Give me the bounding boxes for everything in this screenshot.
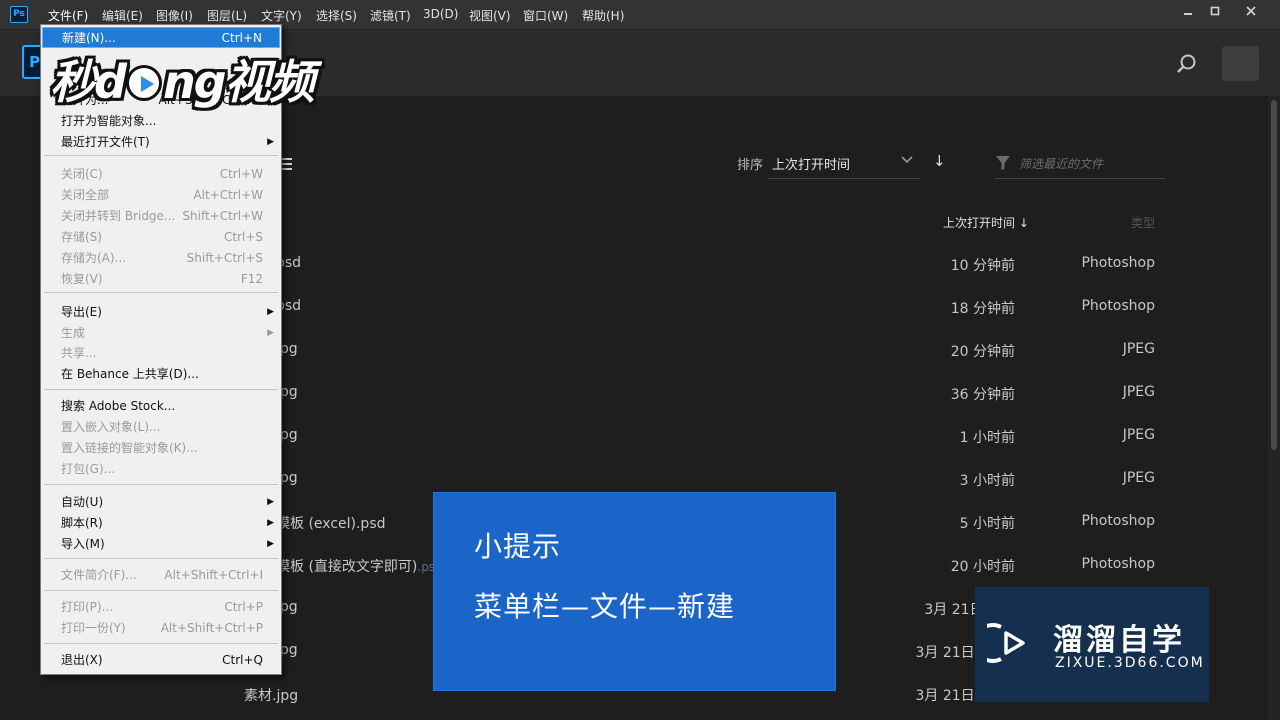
tip-overlay: 小提示 菜单栏—文件—新建 (433, 492, 836, 691)
file-time: 1 小时前 (959, 430, 1015, 446)
menu-item-share-behance[interactable]: 在 Behance 上共享(D)... (42, 364, 280, 385)
filter-underline (995, 178, 1165, 179)
file-name-text: 模板 (直接改文字即可) (276, 559, 418, 575)
file-type: JPEG (1122, 384, 1155, 400)
menu-help[interactable]: 帮助(H) (582, 7, 624, 24)
menu-item-print-one-copy[interactable]: 打印一份(Y) Alt+Shift+Ctrl+P (42, 618, 280, 639)
submenu-arrow-icon: ▶ (267, 137, 274, 147)
submenu-arrow-icon: ▶ (267, 497, 274, 507)
zixue-play-icon (972, 619, 1035, 667)
file-type: Photoshop (1081, 298, 1155, 314)
file-time: 18 分钟前 (950, 301, 1015, 317)
menu-item-place-embedded[interactable]: 置入嵌入对象(L)... (42, 417, 280, 438)
menu-separator (44, 155, 278, 156)
sort-dropdown[interactable]: 上次打开时间 (772, 154, 850, 173)
file-time: 36 分钟前 (950, 387, 1015, 403)
scroll-thumb[interactable] (1271, 100, 1277, 450)
scrollbar[interactable] (1268, 96, 1280, 720)
menu-item-generate[interactable]: 生成 ▶ (42, 323, 280, 344)
search-icon[interactable] (1175, 52, 1199, 76)
menu-item-import[interactable]: 导入(M) ▶ (42, 534, 280, 555)
maximize-icon[interactable] (1205, 5, 1225, 21)
menu-view[interactable]: 视图(V) (469, 7, 511, 24)
menu-separator (44, 590, 278, 591)
file-name[interactable]: 模板 (excel).psd (276, 513, 386, 533)
file-type: Photoshop (1081, 556, 1155, 572)
zixue-watermark-logo: 溜溜自学 ZIXUE.3D66.COM (972, 587, 1209, 702)
sort-label: 排序 (737, 158, 764, 173)
submenu-arrow-icon: ▶ (267, 539, 274, 549)
menu-item-place-linked[interactable]: 置入链接的智能对象(K)... (42, 438, 280, 459)
menu-item-scripts[interactable]: 脚本(R) ▶ (42, 513, 280, 534)
submenu-arrow-icon: ▶ (267, 307, 274, 317)
minimize-icon[interactable] (1178, 5, 1198, 21)
menu-image[interactable]: 图像(I) (156, 7, 193, 24)
tip-body: 菜单栏—文件—新建 (474, 590, 736, 623)
menu-item-save-as[interactable]: 存储为(A)... Shift+Ctrl+S (42, 248, 280, 269)
submenu-arrow-icon: ▶ (267, 518, 274, 528)
file-type: JPEG (1122, 341, 1155, 357)
menu-window[interactable]: 窗口(W) (523, 7, 568, 24)
zixue-name: 溜溜自学 (1053, 623, 1185, 658)
sort-underline (768, 178, 920, 179)
file-type: Photoshop (1081, 513, 1155, 529)
chevron-down-icon[interactable] (900, 152, 914, 169)
menu-item-share[interactable]: 共享... (42, 343, 280, 364)
menu-item-search-adobe-stock[interactable]: 搜索 Adobe Stock... (42, 396, 280, 417)
file-menu-dropdown: 新建(N)... Ctrl+N 打开为... Alt+Shift+Ctrl+O 打开… (40, 24, 282, 675)
column-header-time[interactable]: 上次打开时间 ↓ (943, 214, 1029, 231)
menu-item-package[interactable]: 打包(G)... (42, 459, 280, 480)
menu-filter[interactable]: 滤镜(T) (370, 7, 411, 24)
menu-item-export[interactable]: 导出(E) ▶ (42, 302, 280, 323)
file-name[interactable]: 素材.jpg (244, 685, 298, 705)
menu-separator (44, 643, 278, 644)
file-time: 3 小时前 (959, 473, 1015, 489)
file-time: 20 小时前 (950, 559, 1015, 575)
menu-item-recent-files[interactable]: 最近打开文件(T) ▶ (42, 132, 280, 153)
ps-app-icon[interactable]: Ps (10, 6, 28, 23)
menu-item-print[interactable]: 打印(P)... Ctrl+P (42, 597, 280, 618)
file-time: 10 分钟前 (950, 258, 1015, 274)
filter-icon (995, 155, 1011, 171)
menu-file[interactable]: 文件(F) (48, 7, 88, 24)
avatar[interactable] (1222, 46, 1259, 81)
menu-separator (44, 558, 278, 559)
play-icon (125, 65, 162, 101)
menu-item-save[interactable]: 存储(S) Ctrl+S (42, 227, 280, 248)
file-type: JPEG (1122, 427, 1155, 443)
filter-input[interactable]: 筛选最近的文件 (1019, 155, 1103, 172)
menu-item-revert[interactable]: 恢复(V) F12 (42, 269, 280, 290)
zixue-url: ZIXUE.3D66.COM (1055, 655, 1205, 671)
menu-item-automate[interactable]: 自动(U) ▶ (42, 492, 280, 513)
file-name[interactable]: 模板 (直接改文字即可).psd (276, 556, 443, 576)
menu-separator (44, 389, 278, 390)
file-type: Photoshop (1081, 255, 1155, 271)
menu-edit[interactable]: 编辑(E) (102, 7, 143, 24)
miaodong-watermark-logo: 秒d ng视频 (50, 55, 315, 109)
menu-item-close[interactable]: 关闭(C) Ctrl+W (42, 164, 280, 185)
menu-item-file-info[interactable]: 文件简介(F)... Alt+Shift+Ctrl+I (42, 565, 280, 586)
menu-separator (44, 292, 278, 293)
file-time: 5 小时前 (959, 516, 1015, 532)
menu-item-exit[interactable]: 退出(X) Ctrl+Q (42, 650, 280, 671)
column-header-type[interactable]: 类型 (1131, 214, 1155, 231)
sort-direction-icon[interactable]: ↓ (933, 152, 946, 170)
menu-item-close-all[interactable]: 关闭全部 Alt+Ctrl+W (42, 185, 280, 206)
close-icon[interactable] (1241, 5, 1261, 21)
menu-type[interactable]: 文字(Y) (261, 7, 302, 24)
menu-3d[interactable]: 3D(D) (423, 7, 458, 21)
menu-item-new[interactable]: 新建(N)... Ctrl+N (42, 27, 280, 48)
tip-title: 小提示 (474, 530, 562, 563)
menu-separator (44, 484, 278, 485)
menu-item-close-to-bridge[interactable]: 关闭并转到 Bridge... Shift+Ctrl+W (42, 206, 280, 227)
menu-item-open-smart-object[interactable]: 打开为智能对象... (42, 111, 280, 132)
submenu-arrow-icon: ▶ (267, 328, 274, 338)
menu-layer[interactable]: 图层(L) (207, 7, 247, 24)
menu-select[interactable]: 选择(S) (316, 7, 357, 24)
file-time: 20 分钟前 (950, 344, 1015, 360)
file-type: JPEG (1122, 470, 1155, 486)
